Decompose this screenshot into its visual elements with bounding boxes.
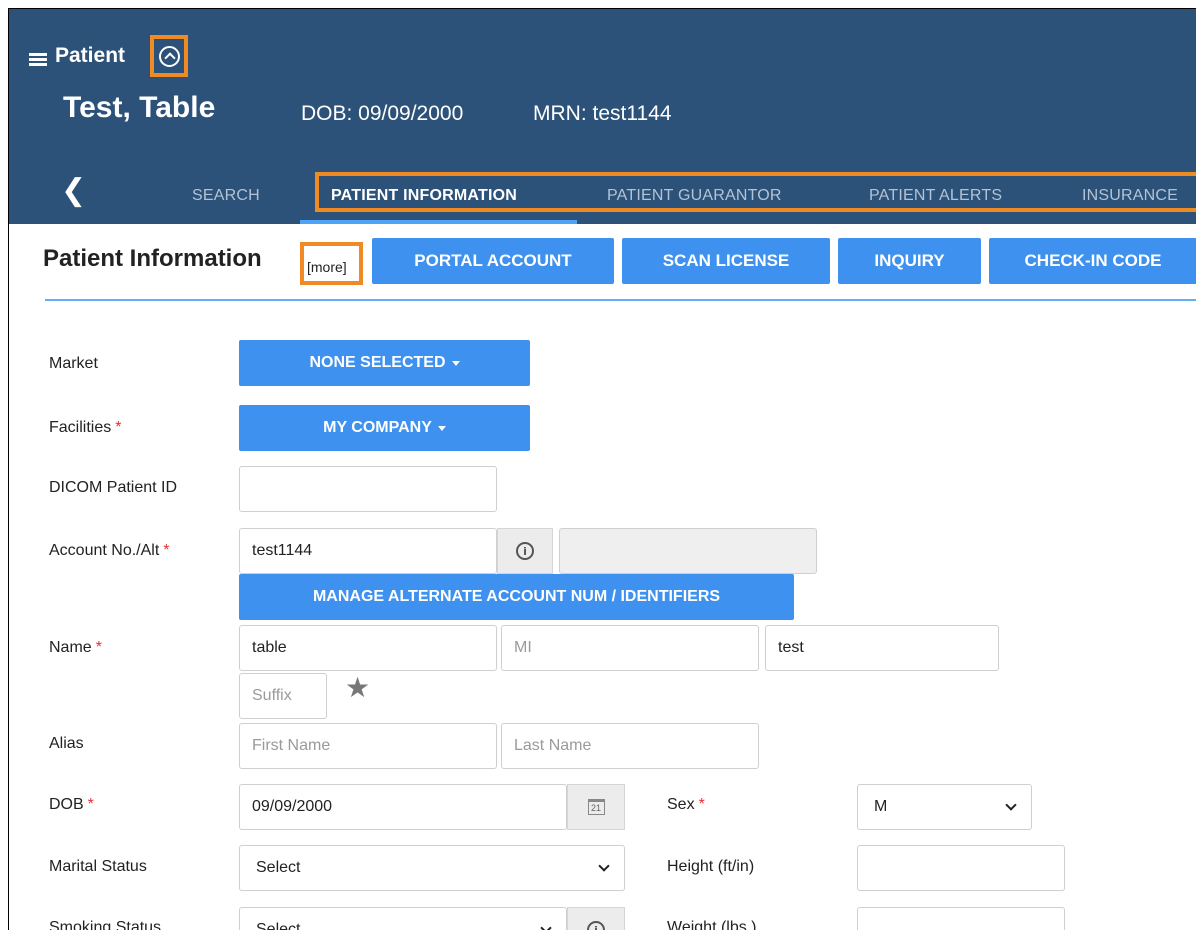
patient-header: Patient Test, Table DOB: 09/09/2000 MRN:… [9,9,1196,224]
caret-down-icon [437,425,446,431]
manage-alternate-account-button[interactable]: MANAGE ALTERNATE ACCOUNT NUM / IDENTIFIE… [239,574,794,620]
active-tab-indicator [300,220,577,224]
alias-last-name-input[interactable]: Last Name [501,723,759,769]
account-alt-input [559,528,817,574]
star-icon[interactable]: ★ [345,671,370,704]
dob-input[interactable]: 09/09/2000 [239,784,567,830]
section-title: Patient Information [43,245,262,272]
check-in-code-button[interactable]: CHECK-IN CODE [989,238,1196,284]
alias-first-name-input[interactable]: First Name [239,723,497,769]
dob-label-text: DOB [49,796,84,813]
scan-license-button[interactable]: SCAN LICENSE [622,238,830,284]
sex-value: M [874,798,888,815]
caret-down-icon [451,360,460,366]
smoking-status-label: Smoking Status [49,919,162,930]
smoking-status-select[interactable]: Select [239,907,567,930]
info-icon: i [587,921,605,930]
calendar-button[interactable]: 21 [567,784,625,830]
chevron-down-icon [1005,799,1017,811]
height-label: Height (ft/in) [667,858,755,875]
facilities-label: Facilities * [49,419,121,437]
patient-mrn: MRN: test1144 [533,102,672,125]
collapse-highlight [150,35,188,77]
app-frame: Patient Test, Table DOB: 09/09/2000 MRN:… [8,8,1196,930]
chevron-left-icon[interactable]: ❮ [61,173,86,208]
required-marker: * [95,639,102,656]
dob-label: DOB * [49,796,94,814]
first-name-input[interactable]: table [239,625,497,671]
required-marker: * [87,796,94,813]
facilities-dropdown[interactable]: MY COMPANY [239,405,530,451]
marital-status-label: Marital Status [49,858,147,875]
more-link[interactable]: [more] [307,259,347,275]
facilities-value: MY COMPANY [323,419,432,436]
patient-dob: DOB: 09/09/2000 [301,102,464,125]
name-label-text: Name [49,639,92,656]
hamburger-icon[interactable] [29,53,47,67]
required-marker: * [115,419,122,436]
last-name-input[interactable]: test [765,625,999,671]
sex-select[interactable]: M [857,784,1032,830]
tabs-highlight [315,172,1196,212]
chevron-down-icon [598,860,610,872]
patient-name: Test, Table [63,91,216,124]
weight-label: Weight (lbs.) [667,919,757,930]
alias-label: Alias [49,735,84,752]
facilities-label-text: Facilities [49,419,112,436]
marital-status-value: Select [256,859,301,876]
calendar-icon: 21 [587,799,605,815]
chevron-down-icon [540,922,552,930]
sex-label-text: Sex [667,796,695,813]
account-number-input[interactable]: test1144 [239,528,497,574]
dicom-patient-id-input[interactable] [239,466,497,512]
account-label: Account No./Alt * [49,542,170,560]
smoking-info-addon[interactable]: i [567,907,625,930]
required-marker: * [163,542,170,559]
section-divider [45,299,1196,301]
chevron-up-circle-icon[interactable] [159,46,180,67]
sex-label: Sex * [667,796,705,814]
inquiry-button[interactable]: INQUIRY [838,238,981,284]
name-label: Name * [49,639,102,657]
tab-search[interactable]: SEARCH [192,187,260,205]
market-value: NONE SELECTED [309,354,446,371]
account-label-text: Account No./Alt [49,542,160,559]
market-dropdown[interactable]: NONE SELECTED [239,340,530,386]
marital-status-select[interactable]: Select [239,845,625,891]
suffix-input[interactable]: Suffix [239,673,327,719]
portal-account-button[interactable]: PORTAL ACCOUNT [372,238,614,284]
required-marker: * [698,796,705,813]
market-label: Market [49,355,98,372]
dicom-label: DICOM Patient ID [49,479,178,496]
weight-input[interactable] [857,907,1065,930]
info-icon: i [516,542,534,560]
tab-bar: ❮ SEARCH PATIENT INFORMATION PATIENT GUA… [9,167,1196,224]
more-highlight: [more] [300,242,363,285]
account-info-addon[interactable]: i [497,528,553,574]
height-input[interactable] [857,845,1065,891]
patient-label: Patient [55,44,126,67]
smoking-status-value: Select [256,921,301,930]
middle-initial-input[interactable]: MI [501,625,759,671]
